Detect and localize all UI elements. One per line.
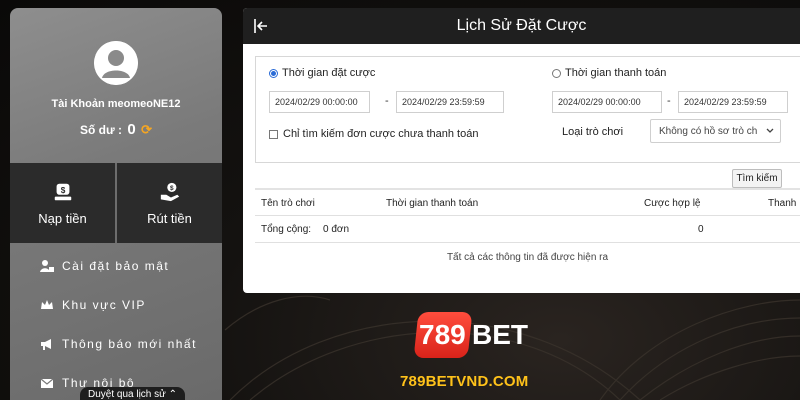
search-button[interactable]: Tìm kiếm bbox=[732, 169, 782, 188]
account-name: Tài Khoản meomeoNE12 bbox=[51, 98, 181, 110]
browse-history-label: Duyệt qua lịch sử bbox=[87, 389, 166, 400]
deposit-button[interactable]: $ Nạp tiền bbox=[10, 163, 115, 243]
game-type-label: Loại trò chơi bbox=[562, 126, 624, 138]
withdraw-button[interactable]: $ Rút tiền bbox=[115, 163, 222, 243]
sidebar-item-label: Khu vực VIP bbox=[62, 297, 146, 312]
megaphone-icon bbox=[40, 337, 56, 351]
date-separator: - bbox=[385, 95, 389, 107]
chevron-up-icon: ⌃ bbox=[168, 389, 177, 400]
sidebar-menu: Cài đặt bảo mật Khu vực VIP Thông báo mớ… bbox=[10, 246, 222, 400]
column-header: Tên trò chơi bbox=[261, 198, 315, 209]
withdraw-icon: $ bbox=[160, 182, 179, 201]
pay-time-to-input[interactable] bbox=[678, 91, 788, 113]
date-separator: - bbox=[667, 95, 671, 107]
deposit-label: Nạp tiền bbox=[38, 210, 87, 226]
game-type-select[interactable]: Không có hồ sơ trò ch bbox=[650, 119, 781, 143]
bet-time-label: Thời gian đặt cược bbox=[282, 67, 376, 79]
bet-time-from-input[interactable] bbox=[269, 91, 370, 113]
crown-icon bbox=[40, 298, 56, 312]
avatar[interactable] bbox=[94, 41, 138, 85]
balance: Số dư : 0 ⟳ bbox=[10, 121, 222, 138]
browse-history-tab[interactable]: Duyệt qua lịch sử ⌃ bbox=[80, 387, 185, 400]
column-header: Thời gian thanh toán bbox=[386, 198, 479, 209]
balance-label: Số dư : bbox=[80, 123, 123, 137]
balance-value: 0 bbox=[127, 121, 136, 138]
withdraw-label: Rút tiền bbox=[147, 210, 192, 226]
total-row: Tổng cộng: 0 đơn 0 bbox=[255, 215, 800, 242]
checkbox-box bbox=[269, 129, 278, 139]
user-avatar-icon bbox=[94, 41, 138, 85]
svg-text:$: $ bbox=[60, 185, 65, 194]
all-info-shown-message: Tất cả các thông tin đã được hiện ra bbox=[255, 242, 800, 269]
refresh-icon[interactable]: ⟳ bbox=[141, 122, 152, 137]
user-lock-icon bbox=[40, 259, 56, 273]
game-type-value: Không có hồ sơ trò ch bbox=[659, 126, 758, 137]
wallet-actions: $ Nạp tiền $ Rút tiền bbox=[10, 163, 222, 243]
envelope-icon bbox=[40, 376, 56, 390]
svg-text:$: $ bbox=[170, 185, 174, 192]
logo-bet: BET bbox=[472, 319, 528, 350]
sidebar-item-label: Thông báo mới nhất bbox=[62, 336, 197, 351]
column-header: Cược hợp lệ bbox=[644, 198, 701, 209]
pay-time-radio[interactable]: Thời gian thanh toán bbox=[552, 67, 666, 79]
logo-number: 789 bbox=[419, 319, 466, 350]
bet-time-to-input[interactable] bbox=[396, 91, 504, 113]
panel-header: Lịch Sử Đặt Cược bbox=[243, 8, 800, 44]
sidebar-item-vip[interactable]: Khu vực VIP bbox=[10, 285, 222, 324]
brand-logo: 789 BET 789BETVND.COM bbox=[395, 298, 575, 398]
total-orders: 0 đơn bbox=[323, 224, 350, 235]
bet-history-panel: Lịch Sử Đặt Cược Thời gian đặt cược - Th… bbox=[243, 8, 800, 293]
unpaid-only-label: Chỉ tìm kiếm đơn cược chưa thanh toán bbox=[283, 128, 479, 140]
site-url: 789BETVND.COM bbox=[400, 373, 529, 390]
pay-time-from-input[interactable] bbox=[552, 91, 662, 113]
total-label: Tổng cộng: bbox=[261, 224, 312, 235]
sidebar-item-label: Cài đặt bảo mật bbox=[62, 258, 170, 273]
unpaid-only-checkbox[interactable]: Chỉ tìm kiếm đơn cược chưa thanh toán bbox=[269, 128, 478, 140]
account-sidebar: Tài Khoản meomeoNE12 Số dư : 0 ⟳ $ Nạp t… bbox=[10, 8, 222, 400]
total-valid-bet: 0 bbox=[698, 224, 704, 235]
radio-unselected-icon bbox=[552, 68, 561, 78]
sidebar-item-security[interactable]: Cài đặt bảo mật bbox=[10, 246, 222, 285]
page-title: Lịch Sử Đặt Cược bbox=[456, 17, 587, 34]
table-header: Tên trò chơi Thời gian thanh toán Cược h… bbox=[255, 188, 800, 215]
filter-form: Thời gian đặt cược - Thời gian thanh toá… bbox=[255, 56, 800, 163]
deposit-icon: $ bbox=[54, 183, 71, 200]
radio-selected-icon bbox=[269, 68, 278, 78]
chevron-down-icon bbox=[766, 128, 774, 133]
column-header: Thanh bbox=[768, 198, 797, 209]
pay-time-label: Thời gian thanh toán bbox=[565, 67, 667, 79]
sidebar-item-news[interactable]: Thông báo mới nhất bbox=[10, 324, 222, 363]
bet-history-table: Tên trò chơi Thời gian thanh toán Cược h… bbox=[255, 188, 800, 269]
bet-time-radio[interactable]: Thời gian đặt cược bbox=[269, 67, 375, 79]
